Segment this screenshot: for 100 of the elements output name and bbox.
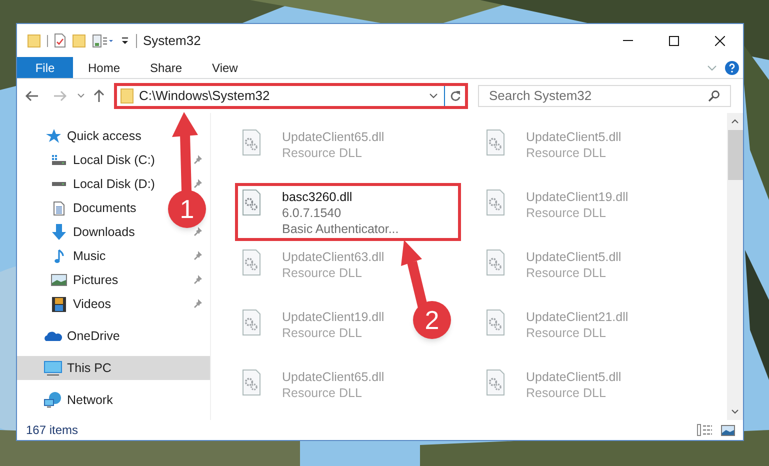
nav-label: Local Disk (C:)	[73, 152, 155, 169]
file-name: UpdateClient5.dll	[526, 249, 622, 265]
folder-icon[interactable]	[72, 34, 86, 48]
pin-icon[interactable]	[193, 227, 202, 237]
scroll-thumb[interactable]	[728, 130, 742, 180]
file-detail: Resource DLL	[526, 205, 607, 221]
pin-icon[interactable]	[193, 251, 202, 261]
file-detail: Resource DLL	[282, 385, 363, 401]
nav-item[interactable]: This PC	[17, 356, 210, 380]
file-name: UpdateClient63.dll	[282, 249, 384, 265]
dll-file-icon	[485, 189, 507, 217]
nav-item[interactable]: Local Disk (D:)	[17, 172, 159, 196]
scroll-up-icon[interactable]	[731, 119, 739, 124]
file-detail: Basic Authenticator...	[282, 221, 399, 237]
drive-icon	[51, 181, 67, 187]
thumbnail-view-icon[interactable]	[721, 424, 735, 436]
nav-label: OneDrive	[67, 328, 120, 345]
search-input: Search System32	[489, 86, 708, 106]
nav-label: Downloads	[73, 224, 135, 241]
file-detail: Resource DLL	[282, 325, 363, 341]
refresh-icon	[450, 90, 460, 102]
pin-icon[interactable]	[193, 179, 202, 189]
ribbon-tab[interactable]: View	[197, 57, 253, 78]
search-icon	[708, 90, 720, 102]
music-note-icon	[54, 248, 64, 264]
maximize-icon	[669, 36, 679, 46]
address-field[interactable]: C:\Windows\System32	[117, 86, 445, 106]
file-detail: Resource DLL	[526, 385, 607, 401]
folder-icon	[120, 88, 134, 104]
item-count: 167 items	[26, 422, 78, 439]
file-detail: 6.0.7.1540	[282, 205, 342, 221]
file-name: UpdateClient19.dll	[526, 189, 628, 205]
nav-item[interactable]: Quick access	[17, 124, 146, 148]
back-arrow-icon[interactable]	[25, 90, 39, 102]
file-name: UpdateClient5.dll	[526, 129, 622, 145]
address-path: C:\Windows\System32	[139, 87, 270, 106]
help-icon[interactable]	[725, 60, 739, 74]
up-arrow-icon[interactable]	[93, 89, 105, 103]
nav-item[interactable]: Videos	[17, 292, 115, 316]
pin-icon[interactable]	[193, 155, 202, 165]
nav-label: Quick access	[67, 128, 142, 145]
drive-icon	[51, 154, 67, 166]
nav-item[interactable]: Downloads	[17, 220, 139, 244]
chevron-down-icon[interactable]	[429, 93, 438, 99]
nav-item[interactable]: Pictures	[17, 268, 122, 292]
file-name: UpdateClient21.dll	[526, 309, 628, 325]
forward-arrow-icon[interactable]	[53, 90, 67, 102]
file-detail: Resource DLL	[526, 145, 607, 161]
dll-file-icon	[241, 309, 263, 337]
ribbon-tab[interactable]: Home	[73, 57, 136, 78]
nav-item[interactable]: Documents	[17, 196, 140, 220]
dll-file-icon	[485, 249, 507, 277]
file-detail: Resource DLL	[526, 325, 607, 341]
nav-item[interactable]: OneDrive	[17, 324, 124, 348]
dll-file-icon	[485, 309, 507, 337]
nav-label: This PC	[67, 360, 112, 377]
nav-label: Pictures	[73, 272, 118, 289]
star-icon	[46, 129, 60, 143]
pin-icon[interactable]	[193, 299, 202, 309]
scroll-down-icon[interactable]	[731, 409, 739, 414]
chevron-down-icon[interactable]	[77, 93, 85, 99]
dll-file-icon	[241, 189, 263, 217]
folder-icon[interactable]	[27, 34, 41, 48]
checklist-icon[interactable]	[54, 33, 66, 48]
cloud-icon	[44, 331, 62, 341]
details-view-icon[interactable]	[697, 424, 713, 436]
file-detail: Resource DLL	[282, 145, 363, 161]
nav-item[interactable]: Network	[17, 388, 117, 412]
document-icon	[53, 200, 65, 216]
pin-icon[interactable]	[193, 275, 202, 285]
nav-item[interactable]: Local Disk (C:)	[17, 148, 159, 172]
nav-label: Network	[67, 392, 113, 409]
dll-file-icon	[241, 249, 263, 277]
nav-label: Music	[73, 248, 106, 265]
dropdown-icon[interactable]	[120, 36, 130, 46]
dll-file-icon	[485, 129, 507, 157]
ribbon-tab[interactable]: Share	[135, 57, 198, 78]
download-arrow-icon	[51, 224, 67, 240]
properties-icon[interactable]	[92, 34, 114, 48]
minimize-icon	[623, 40, 633, 42]
search-field[interactable]: Search System32	[478, 85, 731, 107]
nav-label: Local Disk (D:)	[73, 176, 155, 193]
file-name: UpdateClient65.dll	[282, 369, 384, 385]
ribbon-tab[interactable]: File	[17, 57, 73, 78]
file-name: basc3260.dll	[282, 189, 354, 205]
film-icon	[52, 296, 66, 312]
file-name: UpdateClient65.dll	[282, 129, 384, 145]
file-detail: Resource DLL	[526, 265, 607, 281]
scrollbar[interactable]	[727, 113, 743, 420]
nav-item[interactable]: Music	[17, 244, 110, 268]
dll-file-icon	[241, 129, 263, 157]
dll-file-icon	[485, 369, 507, 397]
monitor-icon	[44, 360, 62, 376]
nav-label: Documents	[73, 200, 136, 217]
file-name: UpdateClient19.dll	[282, 309, 384, 325]
network-icon	[44, 392, 62, 408]
pictures-icon	[51, 274, 67, 286]
file-item[interactable]: basc3260.dll 6.0.7.1540 Basic Authenticator...	[235, 183, 461, 241]
dll-file-icon	[241, 369, 263, 397]
window-title: System32	[143, 32, 201, 50]
